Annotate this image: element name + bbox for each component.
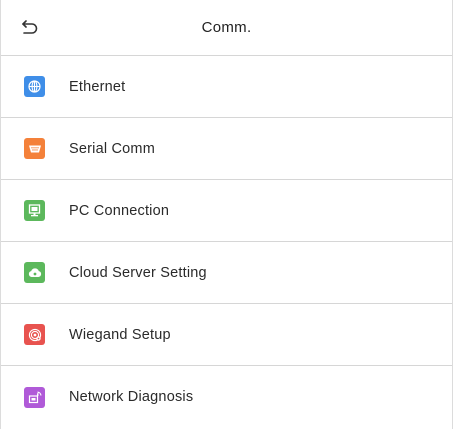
return-arrow-icon <box>22 20 38 34</box>
serial-port-icon <box>24 138 45 159</box>
menu-item-cloud-server-setting[interactable]: Cloud Server Setting <box>1 242 452 304</box>
menu-item-pc-connection[interactable]: PC Connection <box>1 180 452 242</box>
cloud-icon <box>24 262 45 283</box>
page-title: Comm. <box>201 19 252 36</box>
back-button[interactable] <box>11 10 47 46</box>
header-bar: Comm. <box>1 0 452 56</box>
menu-item-ethernet[interactable]: Ethernet <box>1 56 452 118</box>
menu-item-wiegand-setup[interactable]: Wiegand Setup <box>1 304 452 366</box>
wiegand-icon <box>24 324 45 345</box>
menu-item-label: Network Diagnosis <box>69 389 194 405</box>
menu-item-label: Wiegand Setup <box>69 326 171 343</box>
network-diagnosis-icon <box>24 386 45 408</box>
menu-item-label: Cloud Server Setting <box>69 264 207 281</box>
menu-item-label: Serial Comm <box>69 140 155 157</box>
menu-item-label: Ethernet <box>69 78 126 95</box>
comm-menu-list: Ethernet Serial Comm PC Connection Cloud… <box>1 56 452 428</box>
menu-item-network-diagnosis[interactable]: Network Diagnosis <box>1 366 452 428</box>
menu-item-label: PC Connection <box>69 202 170 219</box>
menu-item-serial-comm[interactable]: Serial Comm <box>1 118 452 180</box>
comm-settings-screen: Comm. Ethernet Serial Comm PC Connection… <box>0 0 453 429</box>
globe-icon <box>24 76 45 97</box>
pc-monitor-icon <box>24 200 45 221</box>
